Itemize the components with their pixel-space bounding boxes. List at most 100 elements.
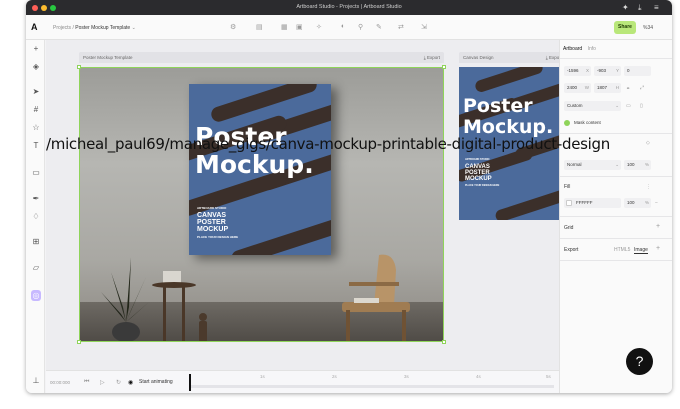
tab-info[interactable]: Info <box>588 46 596 52</box>
export-tab-image[interactable]: Image <box>634 247 648 254</box>
link-icon[interactable]: ⚲ <box>358 23 363 31</box>
artboard-export-button[interactable]: ⤓ Export <box>424 52 440 63</box>
canvas-poster-place: PLACE YOUR DESIGN HERE <box>465 184 500 187</box>
canvas-poster-studio: ARTBOARD STUDIO <box>465 158 490 161</box>
menu-icon[interactable]: ≡ <box>654 3 659 12</box>
canvas-design-label[interactable]: Canvas Design ⤓ Export <box>459 52 566 63</box>
select-cursor-icon[interactable]: ➤ <box>31 87 41 96</box>
top-toolbar: A Projects / Poster Mockup Template ⌄ ⚙ … <box>26 15 672 40</box>
comment-icon[interactable]: ▭ <box>31 168 41 177</box>
artboard-name: Poster Mockup Template <box>83 55 133 60</box>
breadcrumb-root[interactable]: Projects <box>53 25 71 31</box>
mask-content-label: Mask content <box>574 120 601 125</box>
y-value: -903 <box>597 68 607 73</box>
timeline-time: 00:00:000 <box>50 380 71 385</box>
app-window: Artboard Studio - Projects | Artboard St… <box>26 0 672 393</box>
fill-label: Fill <box>564 184 571 190</box>
add-grid-icon[interactable]: + <box>656 223 660 230</box>
timeline-tick: 3s <box>404 374 409 379</box>
record-icon[interactable]: ◉ <box>128 379 133 386</box>
file-icon[interactable]: ▤ <box>256 23 263 31</box>
table-icon[interactable]: ⊞ <box>31 237 41 246</box>
landscape-icon[interactable]: ▭ <box>626 103 631 109</box>
share-button[interactable]: Share <box>614 21 636 34</box>
fill-opacity-input[interactable]: 100% <box>624 198 651 208</box>
artboard-label[interactable]: Poster Mockup Template ⤓ Export <box>79 52 444 63</box>
breadcrumb-current[interactable]: Poster Mockup Template <box>75 25 130 31</box>
fill-tool-icon[interactable]: ♢ <box>31 212 41 221</box>
rotation-input[interactable]: 0 <box>624 66 651 76</box>
tab-artboard[interactable]: Artboard <box>563 46 582 52</box>
timeline-playhead[interactable] <box>189 374 191 391</box>
layer-opacity-input[interactable]: 100% <box>624 160 651 170</box>
resize-arrow-icon[interactable]: ⤢ <box>640 85 644 91</box>
transform-icon[interactable]: ⇲ <box>421 23 427 31</box>
resize-handle[interactable] <box>77 340 81 344</box>
x-unit: X <box>585 68 589 73</box>
collapse-panel-icon[interactable]: ⊥ <box>31 376 41 385</box>
x-position-input[interactable]: -1596 X <box>564 66 591 76</box>
fill-color-input[interactable]: FFFFFF <box>564 198 621 208</box>
loop-icon[interactable]: ↻ <box>116 379 121 386</box>
add-export-icon[interactable]: + <box>656 245 660 252</box>
blend-mode-select[interactable]: Normal ⌄ <box>564 160 621 170</box>
pen-icon[interactable]: ✎ <box>376 23 382 31</box>
shape-star-icon[interactable]: ☆ <box>31 123 41 132</box>
layers-icon[interactable]: ◈ <box>31 62 41 71</box>
fill-opacity-value: 100 <box>627 200 635 205</box>
link-ratio-icon[interactable]: ⚭ <box>626 86 630 92</box>
timeline-tick: 5s <box>546 374 551 379</box>
width-value: 2400 <box>567 85 578 90</box>
plugin-icon[interactable]: ◎ <box>31 290 41 301</box>
resize-handle[interactable] <box>442 65 446 69</box>
add-icon[interactable]: + <box>31 44 41 53</box>
y-position-input[interactable]: -903 Y <box>594 66 621 76</box>
x-value: -1596 <box>567 68 579 73</box>
panel-tabs: Artboard Info <box>563 46 596 52</box>
resize-handle[interactable] <box>442 340 446 344</box>
help-button[interactable]: ? <box>626 348 653 375</box>
folder-icon[interactable]: ▱ <box>31 263 41 272</box>
portrait-icon[interactable]: ▯ <box>640 103 643 109</box>
pen-tool-icon[interactable]: ✒ <box>31 194 41 203</box>
layer-opacity-value: 100 <box>627 162 635 167</box>
play-icon[interactable]: ▷ <box>100 379 105 386</box>
blend-mode-value: Normal <box>567 162 582 167</box>
fill-swatch[interactable] <box>566 200 572 206</box>
title-bar: Artboard Studio - Projects | Artboard St… <box>26 0 672 15</box>
flip-icon[interactable]: ⇄ <box>398 23 404 31</box>
remove-fill-icon[interactable]: − <box>655 200 658 206</box>
rotation-value: 0 <box>627 68 630 73</box>
grid-icon[interactable]: ▦ <box>281 23 288 31</box>
layout-icon[interactable]: ▣ <box>296 23 303 31</box>
magic-icon[interactable]: ✧ <box>316 23 322 31</box>
artboard-selection[interactable] <box>79 67 444 342</box>
height-input[interactable]: 1807 H <box>594 83 621 93</box>
drop-icon[interactable]: ◇ <box>646 140 650 146</box>
chevron-down-icon[interactable]: ⌄ <box>132 25 136 31</box>
breadcrumb: Projects / Poster Mockup Template ⌄ <box>53 25 136 31</box>
export-tab-html5[interactable]: HTML5 <box>614 247 630 253</box>
mask-content-checkbox[interactable] <box>564 120 570 126</box>
start-animating-button[interactable]: Start animating <box>139 379 173 385</box>
frame-icon[interactable]: # <box>31 105 41 114</box>
settings-icon[interactable]: ⚙ <box>230 23 236 31</box>
fill-hex-value: FFFFFF <box>576 200 593 205</box>
artboard-logo-icon[interactable]: A <box>31 22 38 32</box>
text-tool-icon[interactable]: T <box>31 141 41 150</box>
mask-icon[interactable]: ◐ <box>341 23 345 30</box>
zoom-level[interactable]: %34 <box>643 25 653 31</box>
breadcrumb-separator: / <box>72 25 74 31</box>
canvas-area[interactable]: Poster Mockup Template ⤓ Export Canvas D… <box>46 40 566 370</box>
skip-back-icon[interactable]: ⏮ <box>84 379 89 386</box>
canvas-poster-sub3: MOCKUP <box>465 176 492 182</box>
fill-options-icon[interactable]: ⋮ <box>646 184 651 190</box>
width-input[interactable]: 2400 W <box>564 83 591 93</box>
resize-handle[interactable] <box>77 65 81 69</box>
extension-icon[interactable]: ✦ <box>622 3 629 12</box>
timeline-bar: 00:00:000 ⏮ ▷ ↻ ◉ Start animating 1s 2s … <box>46 370 559 393</box>
timeline-track[interactable] <box>191 385 554 388</box>
preset-select[interactable]: Custom ⌄ <box>564 101 621 111</box>
download-icon[interactable]: ⤓ <box>638 3 642 13</box>
layer-opacity-unit: % <box>644 162 649 167</box>
